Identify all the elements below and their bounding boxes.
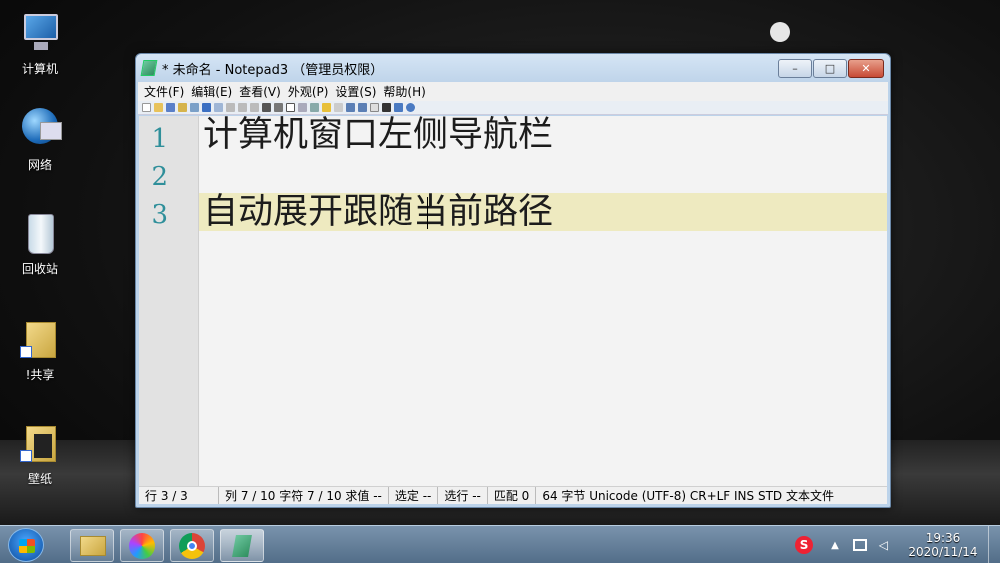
copy-icon[interactable]: [238, 103, 247, 112]
system-tray: S ▲ ◁ 19:36 2020/11/14: [795, 526, 1000, 563]
status-bar: 行 3 / 3 列 7 / 10 字符 7 / 10 求值 -- 选定 -- 选…: [139, 486, 887, 504]
desktop-icon-wallpaper[interactable]: 壁纸: [5, 422, 75, 487]
desktop-icon-label: 壁纸: [27, 472, 52, 486]
zoom-icon[interactable]: [310, 103, 319, 112]
pin-icon[interactable]: [394, 103, 403, 112]
save-icon[interactable]: [166, 103, 175, 112]
show-desktop-button[interactable]: [988, 526, 1000, 563]
replace-icon[interactable]: [274, 103, 283, 112]
zoom-in-icon[interactable]: [346, 103, 355, 112]
menu-file[interactable]: 文件(F): [144, 83, 184, 100]
browse-icon[interactable]: [190, 103, 199, 112]
status-column[interactable]: 列 7 / 10 字符 7 / 10 求值 --: [219, 487, 389, 504]
favorites-icon[interactable]: [322, 103, 331, 112]
window-controls: – □ ✕: [777, 58, 884, 78]
volume-icon[interactable]: ◁: [879, 538, 888, 552]
editor-line[interactable]: 计算机窗口左侧导航栏: [203, 116, 553, 154]
computer-icon: [18, 12, 62, 56]
line-number-gutter: 1 2 3: [139, 116, 199, 487]
clock-time: 19:36: [925, 531, 961, 545]
menu-edit[interactable]: 编辑(E): [191, 83, 232, 100]
notepad3-icon: [232, 535, 252, 557]
toolbar: [138, 101, 888, 115]
ime-sogou-icon[interactable]: S: [795, 536, 814, 554]
minimize-button[interactable]: –: [778, 58, 812, 78]
menu-view[interactable]: 查看(V): [239, 83, 281, 100]
window-titlebar[interactable]: * 未命名 - Notepad3 （管理员权限） – □ ✕: [136, 54, 890, 82]
goto-icon[interactable]: [298, 103, 307, 112]
folder-shortcut-icon: [18, 318, 62, 362]
undo-icon[interactable]: [202, 103, 211, 112]
close-button[interactable]: ✕: [848, 58, 884, 78]
menu-help[interactable]: 帮助(H): [383, 83, 425, 100]
desktop-icon-network[interactable]: 网络: [5, 108, 75, 173]
scheme-icon[interactable]: [370, 103, 379, 112]
folder-shortcut-icon: [18, 422, 62, 466]
windows-logo-icon: [19, 539, 35, 553]
status-match[interactable]: 匹配 0: [488, 487, 537, 504]
window-title: * 未命名 - Notepad3 （管理员权限）: [162, 62, 384, 78]
editor-content[interactable]: 计算机窗口左侧导航栏 自动展开跟随当前路径: [199, 116, 887, 487]
desktop-icon-label: 网络: [27, 158, 52, 172]
folder-icon: [80, 536, 106, 556]
network-globe-icon: [18, 108, 62, 152]
taskbar: S ▲ ◁ 19:36 2020/11/14: [0, 525, 1000, 563]
notepad3-app-icon[interactable]: [140, 60, 158, 76]
status-file-info[interactable]: 64 字节 Unicode (UTF-8) CR+LF INS STD 文本文件: [536, 487, 840, 504]
redo-icon[interactable]: [214, 103, 223, 112]
clock-date: 2020/11/14: [908, 545, 978, 559]
taskbar-pinwheel-app[interactable]: [120, 529, 164, 562]
status-selection[interactable]: 选定 --: [389, 487, 439, 504]
pinwheel-icon: [129, 533, 155, 559]
desktop-icon-recycle-bin[interactable]: 回收站: [5, 212, 75, 277]
start-button[interactable]: [8, 528, 44, 562]
open-folder-icon[interactable]: [154, 103, 163, 112]
network-status-icon[interactable]: [852, 539, 867, 551]
cut-icon[interactable]: [226, 103, 235, 112]
maximize-button[interactable]: □: [813, 58, 847, 78]
menu-bar: 文件(F) 编辑(E) 查看(V) 外观(P) 设置(S) 帮助(H): [138, 82, 888, 101]
show-hidden-icons-icon[interactable]: ▲: [831, 540, 839, 551]
zoom-out-icon[interactable]: [358, 103, 367, 112]
menu-settings[interactable]: 设置(S): [335, 83, 376, 100]
paste-icon[interactable]: [250, 103, 259, 112]
desktop-icon-label: !共享: [25, 368, 55, 382]
taskbar-chrome[interactable]: [170, 529, 214, 562]
word-wrap-icon[interactable]: [286, 103, 295, 112]
notepad3-window: * 未命名 - Notepad3 （管理员权限） – □ ✕ 文件(F) 编辑(…: [135, 53, 891, 508]
save-as-icon[interactable]: [178, 103, 187, 112]
line-number: 2: [151, 162, 168, 192]
status-selected-lines[interactable]: 选行 --: [438, 487, 488, 504]
text-caret: [427, 197, 428, 229]
editor-line[interactable]: 自动展开跟随当前路径: [203, 193, 553, 231]
new-file-icon[interactable]: [142, 103, 151, 112]
find-icon[interactable]: [262, 103, 271, 112]
moon-decoration: [770, 22, 790, 42]
text-editor[interactable]: 1 2 3 计算机窗口左侧导航栏 自动展开跟随当前路径: [139, 116, 887, 487]
taskbar-clock[interactable]: 19:36 2020/11/14: [898, 531, 988, 559]
line-number: 3: [151, 200, 168, 230]
exit-icon[interactable]: [406, 103, 415, 112]
taskbar-notepad3[interactable]: [220, 529, 264, 562]
taskbar-explorer[interactable]: [70, 529, 114, 562]
add-favorite-icon[interactable]: [334, 103, 343, 112]
desktop-icon-computer[interactable]: 计算机: [5, 12, 75, 77]
recycle-bin-icon: [18, 212, 62, 256]
menu-appearance[interactable]: 外观(P): [288, 83, 329, 100]
desktop-icon-label: 回收站: [21, 262, 58, 276]
chrome-icon: [179, 533, 205, 559]
status-row[interactable]: 行 3 / 3: [139, 487, 219, 504]
fullscreen-icon[interactable]: [382, 103, 391, 112]
line-number: 1: [151, 124, 168, 154]
desktop-icon-label: 计算机: [21, 62, 58, 76]
desktop-icon-share[interactable]: !共享: [5, 318, 75, 383]
